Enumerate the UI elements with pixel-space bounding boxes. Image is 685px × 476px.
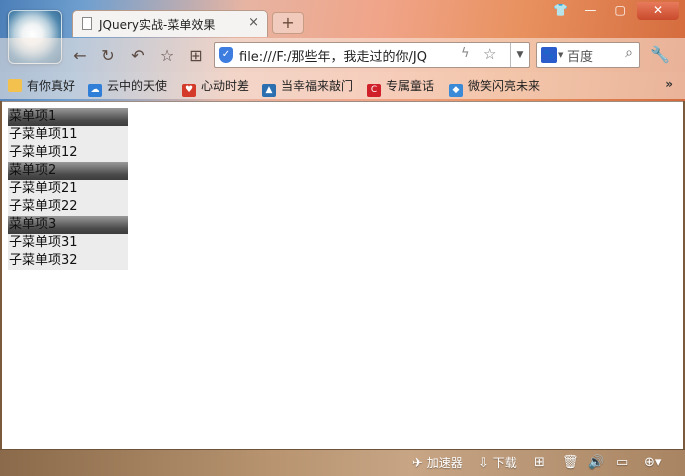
status-bar: ✈ 加速器 ⇩ 下载 ⊞ 🗑 🔊 ▭ ⊕▾: [0, 449, 685, 476]
tab-title: JQuery实战-菜单效果: [99, 18, 216, 32]
undo-icon[interactable]: ↶: [128, 46, 148, 66]
bookmark-item-4[interactable]: ▲ 当幸福来敲门: [262, 77, 354, 97]
bookmark-label: 心动时差: [201, 79, 250, 93]
accelerator-label: 加速器: [426, 456, 463, 470]
address-text[interactable]: file:///F:/那些年，我走过的你/JQ: [239, 46, 455, 65]
tab-active[interactable]: JQuery实战-菜单效果 ×: [72, 10, 268, 37]
bookmark-star-icon[interactable]: ☆: [483, 45, 496, 63]
search-box[interactable]: 🐾 ▼ 百度 ⌕: [536, 42, 640, 68]
submenu-item-31[interactable]: 子菜单项31: [8, 234, 128, 252]
cloud-icon: ☁: [88, 84, 102, 97]
engine-caret-icon[interactable]: ▼: [558, 51, 563, 59]
bookmark-label: 微笑闪亮未来: [468, 79, 541, 93]
bookmark-item-3[interactable]: ♥ 心动时差: [182, 77, 250, 97]
accordion-menu: 菜单项1 子菜单项11 子菜单项12 菜单项2 子菜单项21 子菜单项22 菜单…: [8, 108, 128, 270]
bookmark-item-6[interactable]: ◆ 微笑闪亮未来: [449, 77, 541, 97]
page-icon: [82, 17, 92, 30]
zoom-icon[interactable]: ⊕▾: [644, 455, 661, 471]
download-icon: ⇩: [478, 456, 489, 471]
security-shield-icon: ✓: [219, 47, 233, 63]
apps-grid-icon[interactable]: ⊞: [186, 46, 206, 66]
menu-header-2[interactable]: 菜单项2: [8, 162, 128, 180]
tab-close-icon[interactable]: ×: [248, 15, 259, 30]
favorite-star-icon[interactable]: ☆: [157, 46, 177, 66]
bookmark-item-1[interactable]: 有你真好: [8, 77, 75, 95]
back-arrow-icon[interactable]: ←: [70, 46, 90, 66]
folder-icon: [8, 79, 22, 92]
bookmark-label: 当幸福来敲门: [281, 79, 354, 93]
browser-chrome: JQuery实战-菜单效果 × + 👕 — ▢ ✕ ← ↻ ↶ ☆ ⊞ ✓ fi…: [0, 0, 685, 101]
wrench-settings-icon[interactable]: 🔧: [650, 45, 670, 64]
address-dropdown-icon[interactable]: ▼: [510, 43, 529, 67]
picture-icon: ▲: [262, 84, 276, 97]
screen-icon[interactable]: ▭: [616, 455, 628, 471]
address-bar[interactable]: ✓ file:///F:/那些年，我走过的你/JQ ϟ ☆ ▼: [214, 42, 530, 68]
new-tab-button[interactable]: +: [272, 12, 304, 34]
menu-header-3[interactable]: 菜单项3: [8, 216, 128, 234]
search-icon[interactable]: ⌕: [625, 45, 633, 61]
baidu-paw-icon[interactable]: 🐾: [541, 47, 557, 63]
bookmark-label: 有你真好: [27, 79, 76, 93]
bookmarks-overflow-icon[interactable]: »: [665, 77, 673, 91]
minimize-button[interactable]: —: [577, 2, 603, 20]
heart-icon: ♥: [182, 84, 196, 97]
add-icon[interactable]: ⊞: [534, 455, 545, 471]
close-window-button[interactable]: ✕: [637, 2, 679, 20]
refresh-icon[interactable]: ↻: [98, 46, 118, 66]
submenu-item-22[interactable]: 子菜单项22: [8, 198, 128, 216]
download-label: 下载: [492, 456, 517, 470]
bookmark-label: 云中的天使: [107, 79, 168, 93]
bookmarks-bar: 有你真好 ☁ 云中的天使 ♥ 心动时差 ▲ 当幸福来敲门 C 专属童话 ◆ 微笑闪亮未来 …: [0, 72, 685, 99]
menu-header-1[interactable]: 菜单项1: [8, 108, 128, 126]
window-controls: 👕 — ▢ ✕: [548, 2, 679, 20]
download-button[interactable]: ⇩ 下载: [478, 455, 517, 471]
lightning-icon[interactable]: ϟ: [461, 46, 470, 61]
submenu-item-11[interactable]: 子菜单项11: [8, 126, 128, 144]
c-logo-icon: C: [367, 84, 381, 97]
speaker-icon[interactable]: 🔊: [588, 455, 604, 471]
bookmark-label: 专属童话: [386, 79, 435, 93]
submenu-item-21[interactable]: 子菜单项21: [8, 180, 128, 198]
page-content: 菜单项1 子菜单项11 子菜单项12 菜单项2 子菜单项21 子菜单项22 菜单…: [2, 101, 683, 450]
bookmark-item-2[interactable]: ☁ 云中的天使: [88, 77, 168, 97]
rocket-icon: ✈: [412, 456, 423, 471]
bookmark-item-5[interactable]: C 专属童话: [367, 77, 435, 97]
submenu-item-12[interactable]: 子菜单项12: [8, 144, 128, 162]
maximize-button[interactable]: ▢: [607, 2, 633, 20]
skin-shirt-icon[interactable]: 👕: [548, 2, 574, 20]
diamond-icon: ◆: [449, 84, 463, 97]
submenu-item-32[interactable]: 子菜单项32: [8, 252, 128, 270]
accelerator-button[interactable]: ✈ 加速器: [412, 455, 463, 471]
trash-icon[interactable]: 🗑: [562, 455, 579, 471]
search-engine-label[interactable]: 百度: [567, 46, 593, 65]
